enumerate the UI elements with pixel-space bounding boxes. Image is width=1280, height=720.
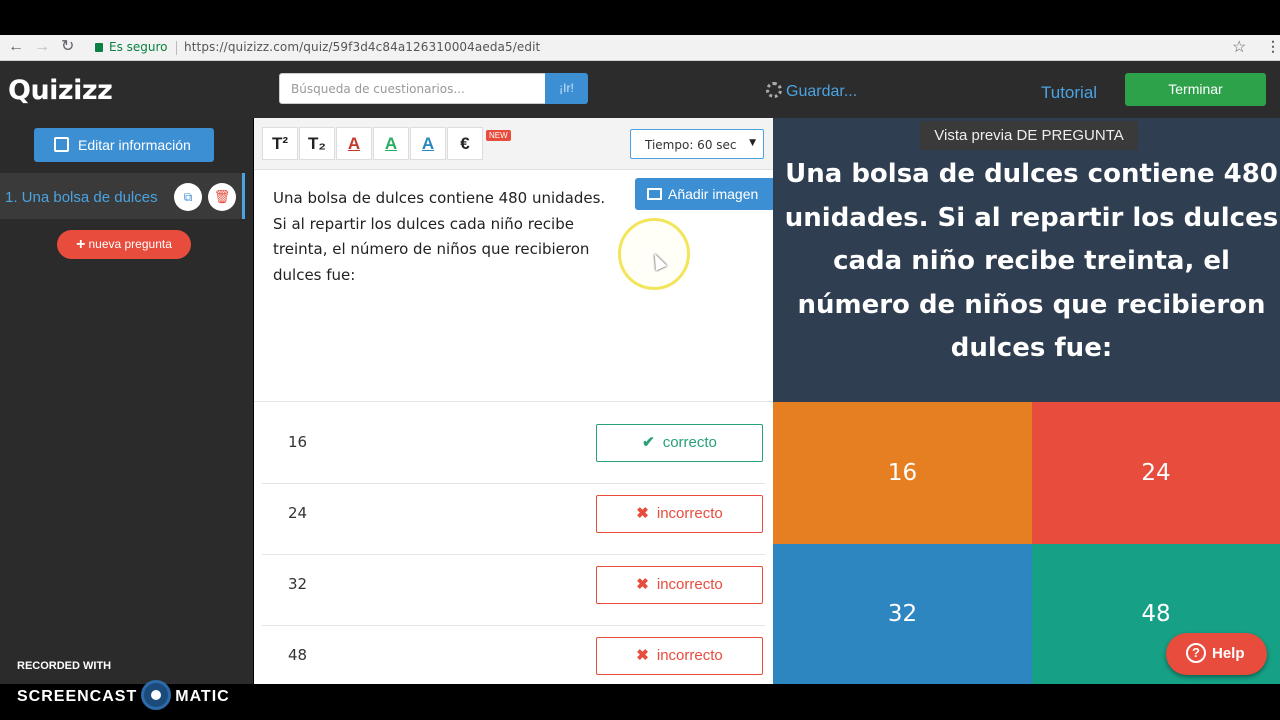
answer-row: 32 ✖ incorrecto: [262, 555, 765, 626]
watermark-recorded-with: RECORDED WITH: [17, 660, 112, 672]
mark-correct-button[interactable]: ✔ correcto: [596, 424, 763, 462]
cross-icon: ✖: [636, 505, 649, 522]
cross-icon: ✖: [636, 647, 649, 664]
image-icon: [647, 188, 662, 200]
answer-value[interactable]: 24: [288, 504, 307, 522]
question-item-label: 1. Una bolsa de dulces: [5, 189, 158, 206]
answer-row: 48 ✖ incorrecto: [262, 626, 765, 697]
answer-status: incorrecto: [656, 576, 723, 593]
answer-value[interactable]: 16: [288, 433, 307, 451]
watermark-right: MATIC: [175, 688, 230, 705]
edit-icon: [54, 137, 69, 152]
copy-question-icon[interactable]: ⧉: [174, 183, 202, 211]
chevron-down-icon: ▼: [749, 138, 756, 148]
plus-icon: +: [76, 236, 86, 253]
edit-info-label: Editar información: [78, 137, 191, 153]
question-editor: T² T₂ A A A € NEW Tiempo: 60 sec ▼ Una bo…: [254, 118, 773, 684]
question-list-item[interactable]: 1. Una bolsa de dulces ⧉ 🗑: [0, 173, 245, 219]
new-question-button[interactable]: + nueva pregunta: [57, 230, 191, 259]
address-bar[interactable]: https://quizizz.com/quiz/59f3d4c84a12631…: [184, 40, 540, 54]
help-icon: ?: [1186, 643, 1206, 663]
browser-toolbar: ← → ↻ Es seguro https://quizizz.com/quiz…: [0, 35, 1280, 61]
text-color-red-button[interactable]: A: [336, 127, 372, 160]
secure-label: Es seguro: [109, 40, 168, 54]
divider: [254, 401, 773, 402]
sidebar: Editar información 1. Una bolsa de dulce…: [0, 118, 253, 710]
subscript-button[interactable]: T₂: [299, 127, 335, 160]
format-toolbar: T² T₂ A A A € NEW Tiempo: 60 sec ▼: [254, 118, 773, 170]
bookmark-star-icon[interactable]: ☆: [1232, 37, 1246, 57]
question-text-field[interactable]: Una bolsa de dulces contiene 480 unidade…: [273, 186, 623, 288]
text-color-green-button[interactable]: A: [373, 127, 409, 160]
answer-value[interactable]: 32: [288, 575, 307, 593]
app-header: Quizizz Búsqueda de cuestionarios... ¡Ir…: [0, 61, 1280, 118]
answer-status: incorrecto: [656, 505, 723, 522]
url-divider: [176, 41, 177, 55]
euro-symbol-button[interactable]: €: [447, 127, 483, 160]
search-go-button[interactable]: ¡Ir!: [545, 73, 588, 104]
back-icon[interactable]: ←: [8, 38, 24, 56]
preview-option-tile: 24: [1032, 402, 1280, 544]
add-image-label: Añadir imagen: [668, 186, 759, 202]
preview-option-tile: 32: [773, 544, 1032, 684]
preview-option-tile: 16: [773, 402, 1032, 544]
add-image-button[interactable]: Añadir imagen: [635, 178, 773, 210]
preview-label: Vista previa DE PREGUNTA: [920, 121, 1138, 150]
check-icon: ✔: [642, 434, 655, 451]
preview-question-text: Una bolsa de dulces contiene 480 unidade…: [784, 159, 1279, 363]
watermark-left: SCREENCAST: [17, 688, 138, 705]
screencast-matic-watermark: SCREENCAST MATIC: [17, 680, 230, 710]
answer-status: correcto: [662, 434, 717, 451]
answer-row: 24 ✖ incorrecto: [262, 484, 765, 555]
text-color-blue-button[interactable]: A: [410, 127, 446, 160]
reload-icon[interactable]: ↻: [61, 38, 74, 56]
mark-incorrect-button[interactable]: ✖ incorrecto: [596, 566, 763, 604]
new-badge: NEW: [486, 130, 511, 141]
browser-menu-icon[interactable]: ⋮: [1266, 38, 1280, 55]
tutorial-link[interactable]: Tutorial: [1041, 83, 1097, 103]
answer-row: 16 ✔ correcto: [262, 413, 765, 484]
quizizz-logo[interactable]: Quizizz: [8, 75, 113, 106]
mark-incorrect-button[interactable]: ✖ incorrecto: [596, 495, 763, 533]
lock-icon: [95, 43, 103, 52]
cross-icon: ✖: [636, 576, 649, 593]
superscript-button[interactable]: T²: [262, 127, 298, 160]
time-select[interactable]: Tiempo: 60 sec ▼: [630, 129, 764, 159]
question-preview: Vista previa DE PREGUNTA Una bolsa de du…: [773, 118, 1280, 684]
help-button[interactable]: ? Help: [1166, 633, 1267, 675]
new-question-label: nueva pregunta: [88, 237, 172, 251]
answer-value[interactable]: 48: [288, 646, 307, 664]
finish-button[interactable]: Terminar: [1125, 73, 1266, 106]
screen: ← → ↻ Es seguro https://quizizz.com/quiz…: [0, 0, 1280, 720]
delete-question-icon[interactable]: 🗑: [208, 183, 236, 211]
saving-status: Guardar...: [766, 82, 857, 101]
answer-status: incorrecto: [656, 647, 723, 664]
spinner-icon: [766, 82, 782, 98]
help-label: Help: [1212, 645, 1245, 662]
saving-label: Guardar...: [786, 83, 858, 100]
secure-indicator[interactable]: Es seguro: [95, 40, 168, 54]
search-input[interactable]: Búsqueda de cuestionarios...: [279, 73, 546, 104]
time-select-value: Tiempo: 60 sec: [645, 138, 737, 152]
forward-icon[interactable]: →: [34, 38, 50, 56]
screencast-logo-icon: [141, 680, 172, 710]
mark-incorrect-button[interactable]: ✖ incorrecto: [596, 637, 763, 675]
edit-info-button[interactable]: Editar información: [34, 128, 214, 162]
